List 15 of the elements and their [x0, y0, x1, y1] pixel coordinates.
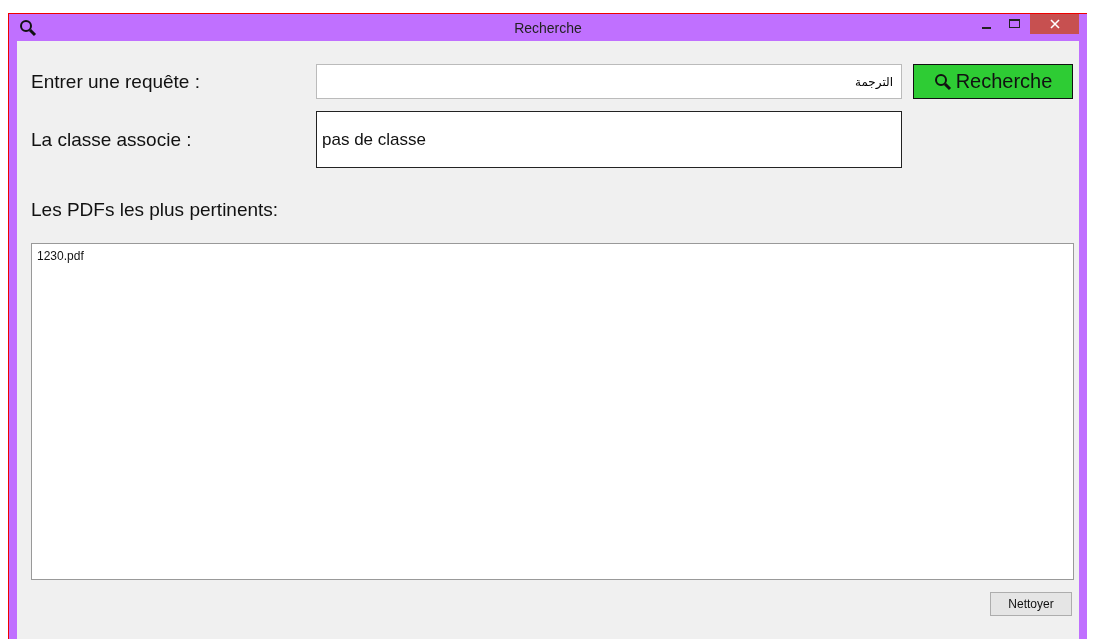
close-button[interactable]: [1030, 14, 1079, 34]
window-title: Recherche: [514, 19, 582, 36]
query-label: Entrer une requête :: [31, 70, 201, 93]
search-icon: [933, 72, 952, 91]
results-label: Les PDFs les plus pertinents:: [31, 199, 280, 221]
search-button[interactable]: Recherche: [913, 64, 1073, 99]
clear-button[interactable]: Nettoyer: [990, 592, 1072, 616]
class-label: La classe associe :: [31, 128, 193, 151]
query-input-field[interactable]: الترجمة: [316, 64, 902, 99]
maximize-icon: [1008, 19, 1020, 29]
class-output-field[interactable]: pas de classe: [316, 111, 902, 168]
minimize-icon: [981, 26, 991, 29]
close-icon: [1049, 19, 1060, 29]
search-icon: [19, 18, 37, 37]
result-item[interactable]: 1230.pdf: [37, 249, 84, 263]
